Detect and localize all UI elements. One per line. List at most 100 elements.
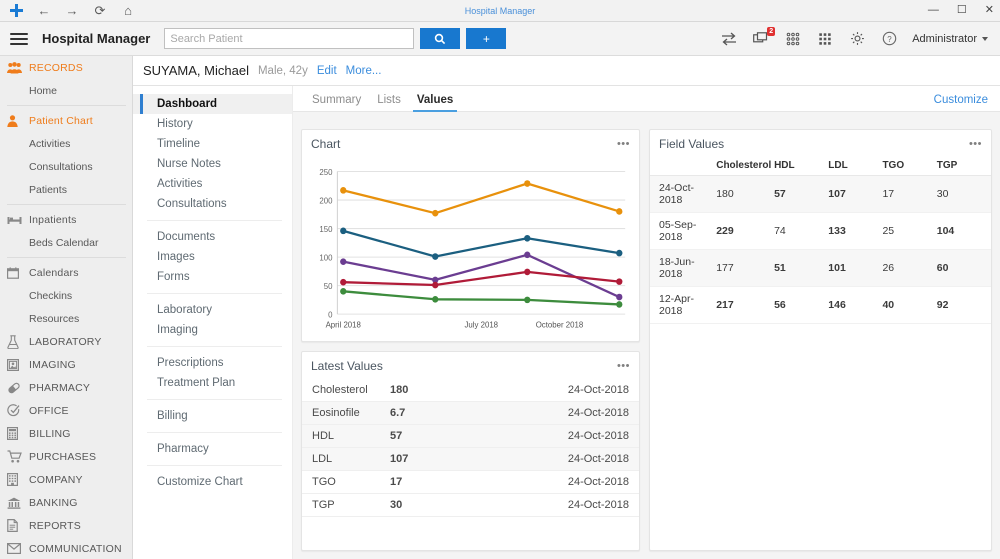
chart-menu-item-nurse-notes[interactable]: Nurse Notes bbox=[133, 154, 292, 174]
chart-menu-item-label: Treatment Plan bbox=[157, 377, 235, 389]
field-values-row[interactable]: 05-Sep-20182297413325104 bbox=[650, 213, 991, 250]
sidebar-item-laboratory[interactable]: LABORATORY bbox=[0, 330, 132, 353]
sidebar-item-resources[interactable]: Resources bbox=[0, 307, 132, 330]
sidebar-item-label: IMAGING bbox=[29, 359, 76, 371]
tab-lists[interactable]: Lists bbox=[369, 94, 409, 111]
image-icon bbox=[7, 359, 29, 371]
sidebar-item-patients[interactable]: Patients bbox=[0, 178, 132, 201]
more-patient-link[interactable]: More... bbox=[346, 65, 382, 77]
chart-menu-item-activities[interactable]: Activities bbox=[133, 174, 292, 194]
chart-menu-item-label: Timeline bbox=[157, 138, 200, 150]
field-values-cell: 60 bbox=[937, 250, 991, 287]
chat-icon[interactable]: 2 bbox=[752, 30, 770, 48]
chart-menu-item-documents[interactable]: Documents bbox=[133, 227, 292, 247]
latest-values-row[interactable]: Eosinofile6.724-Oct-2018 bbox=[302, 402, 639, 425]
field-values-cell: 101 bbox=[828, 250, 882, 287]
chart-menu-divider bbox=[147, 293, 282, 294]
latest-value-name: HDL bbox=[302, 425, 390, 448]
user-menu[interactable]: Administrator bbox=[912, 33, 988, 45]
field-values-row[interactable]: 18-Jun-2018177511012660 bbox=[650, 250, 991, 287]
chart-menu-item-label: Customize Chart bbox=[157, 476, 243, 488]
chart-menu-item-images[interactable]: Images bbox=[133, 247, 292, 267]
help-icon[interactable]: ? bbox=[880, 30, 898, 48]
edit-patient-link[interactable]: Edit bbox=[317, 65, 337, 77]
chart-menu-item-consultations[interactable]: Consultations bbox=[133, 194, 292, 214]
sidebar-item-activities[interactable]: Activities bbox=[0, 132, 132, 155]
sidebar-item-patient-chart[interactable]: Patient Chart bbox=[0, 109, 132, 132]
sidebar-item-inpatients[interactable]: Inpatients bbox=[0, 208, 132, 231]
sidebar-item-pharmacy[interactable]: PHARMACY bbox=[0, 376, 132, 399]
chart-menu-item-billing[interactable]: Billing bbox=[133, 406, 292, 426]
minimize-button[interactable]: — bbox=[928, 5, 939, 16]
field-values-menu-icon[interactable]: ••• bbox=[969, 139, 982, 150]
latest-values-row[interactable]: HDL5724-Oct-2018 bbox=[302, 425, 639, 448]
sidebar-item-beds-calendar[interactable]: Beds Calendar bbox=[0, 231, 132, 254]
gear-icon[interactable] bbox=[848, 30, 866, 48]
field-values-date: 24-Oct-2018 bbox=[650, 176, 716, 213]
sidebar-item-home[interactable]: Home bbox=[0, 79, 132, 102]
pill-icon bbox=[7, 382, 29, 394]
sidebar-item-purchases[interactable]: PURCHASES bbox=[0, 445, 132, 468]
chart-menu-item-pharmacy[interactable]: Pharmacy bbox=[133, 439, 292, 459]
sidebar-item-label: Home bbox=[29, 85, 57, 97]
tab-values[interactable]: Values bbox=[409, 94, 461, 111]
chart-card-menu-icon[interactable]: ••• bbox=[617, 139, 630, 150]
field-values-row[interactable]: 12-Apr-2018217561464092 bbox=[650, 287, 991, 324]
chart-menu-item-customize-chart[interactable]: Customize Chart bbox=[133, 472, 292, 492]
sidebar-item-label: Calendars bbox=[29, 267, 79, 279]
sidebar-item-banking[interactable]: BANKING bbox=[0, 491, 132, 514]
field-values-row[interactable]: 24-Oct-2018180571071730 bbox=[650, 176, 991, 213]
transfer-icon[interactable] bbox=[720, 30, 738, 48]
add-patient-button[interactable]: + bbox=[466, 28, 506, 49]
sidebar-item-records[interactable]: RECORDS bbox=[0, 56, 132, 79]
sidebar-item-billing[interactable]: BILLING bbox=[0, 422, 132, 445]
dot-grid-filled-icon[interactable] bbox=[816, 30, 834, 48]
latest-values-row[interactable]: TGP3024-Oct-2018 bbox=[302, 494, 639, 517]
sidebar-item-calendars[interactable]: Calendars bbox=[0, 261, 132, 284]
sidebar-item-reports[interactable]: REPORTS bbox=[0, 514, 132, 537]
sidebar-item-label: Patients bbox=[29, 184, 67, 196]
chart-menu-divider bbox=[147, 399, 282, 400]
latest-values-menu-icon[interactable]: ••• bbox=[617, 361, 630, 372]
chart-menu-item-dashboard[interactable]: Dashboard bbox=[133, 94, 292, 114]
patient-chart-menu: Dashboard History Timeline Nurse NotesActiv… bbox=[133, 86, 293, 559]
latest-values-row[interactable]: LDL10724-Oct-2018 bbox=[302, 448, 639, 471]
hamburger-icon[interactable] bbox=[10, 33, 28, 45]
chart-menu-item-forms[interactable]: Forms bbox=[133, 267, 292, 287]
chart-menu-item-history[interactable]: History bbox=[133, 114, 292, 134]
chart-menu-item-treatment-plan[interactable]: Treatment Plan bbox=[133, 373, 292, 393]
svg-text:250: 250 bbox=[319, 168, 333, 177]
search-button[interactable] bbox=[420, 28, 460, 49]
svg-text:0: 0 bbox=[328, 310, 333, 319]
sidebar-item-communication[interactable]: COMMUNICATION bbox=[0, 537, 132, 559]
sidebar-item-office[interactable]: OFFICE bbox=[0, 399, 132, 422]
latest-values-row[interactable]: TGO1724-Oct-2018 bbox=[302, 471, 639, 494]
chart-menu-item-imaging[interactable]: Imaging bbox=[133, 320, 292, 340]
sidebar-item-checkins[interactable]: Checkins bbox=[0, 284, 132, 307]
sidebar-item-imaging[interactable]: IMAGING bbox=[0, 353, 132, 376]
chart-menu-item-label: History bbox=[157, 118, 193, 130]
chart-menu-item-label: Consultations bbox=[157, 198, 227, 210]
sidebar-item-company[interactable]: COMPANY bbox=[0, 468, 132, 491]
chart-menu-item-laboratory[interactable]: Laboratory bbox=[133, 300, 292, 320]
latest-values-row[interactable]: Cholesterol18024-Oct-2018 bbox=[302, 379, 639, 402]
sidebar-item-label: BILLING bbox=[29, 428, 71, 440]
close-button[interactable]: ✕ bbox=[985, 5, 994, 16]
chevron-down-icon bbox=[982, 37, 988, 41]
customize-link[interactable]: Customize bbox=[934, 94, 988, 111]
toolbar-icons: 2 bbox=[720, 30, 990, 48]
dot-grid-outline-icon[interactable] bbox=[784, 30, 802, 48]
sidebar-item-label: Patient Chart bbox=[29, 115, 93, 127]
field-values-column-header: TGO bbox=[882, 157, 936, 176]
sidebar-item-consultations[interactable]: Consultations bbox=[0, 155, 132, 178]
field-values-column-header: LDL bbox=[828, 157, 882, 176]
chart-menu-item-prescriptions[interactable]: Prescriptions bbox=[133, 353, 292, 373]
search-input[interactable] bbox=[164, 28, 414, 49]
field-values-date: 12-Apr-2018 bbox=[650, 287, 716, 324]
maximize-button[interactable]: ☐ bbox=[957, 5, 967, 16]
field-values-cell: 229 bbox=[716, 213, 774, 250]
field-values-title: Field Values bbox=[659, 137, 724, 151]
tab-summary[interactable]: Summary bbox=[304, 94, 369, 111]
chart-menu-item-timeline[interactable]: Timeline bbox=[133, 134, 292, 154]
latest-value-name: Cholesterol bbox=[302, 379, 390, 402]
